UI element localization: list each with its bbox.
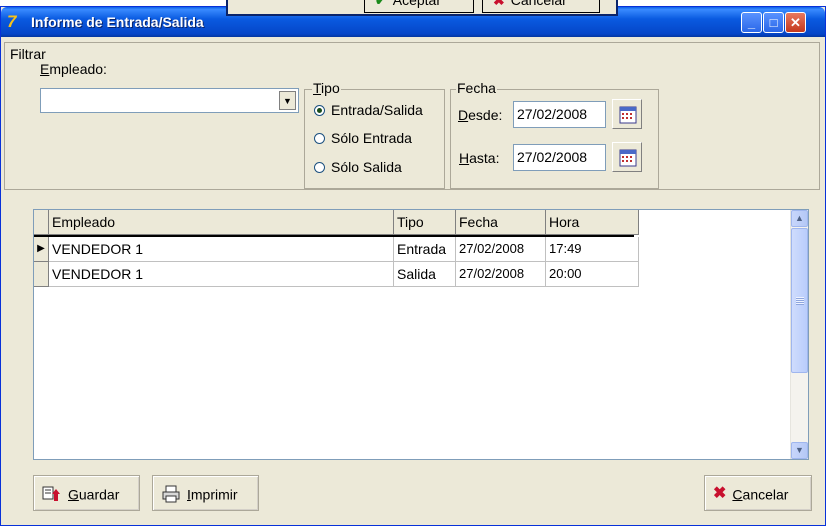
employee-combobox[interactable]: ▼	[40, 88, 299, 113]
chevron-down-icon: ▼	[283, 96, 292, 106]
radio-selected-icon	[314, 105, 325, 116]
save-export-icon	[42, 486, 60, 502]
cell-fecha[interactable]: 27/02/2008	[456, 237, 546, 262]
results-grid[interactable]: Empleado Tipo Fecha Hora ▶ VENDEDOR 1 En…	[33, 209, 809, 460]
current-row-arrow-icon: ▶	[37, 243, 45, 254]
maximize-icon: □	[769, 15, 778, 30]
radio-label: Sólo Salida	[331, 159, 402, 175]
column-header-empleado[interactable]: Empleado	[49, 210, 394, 235]
desde-date-input[interactable]: 27/02/2008	[513, 101, 606, 128]
scroll-down-button[interactable]: ▼	[791, 442, 808, 459]
vertical-scrollbar[interactable]: ▲ ▼	[790, 210, 808, 459]
radio-entrada-salida[interactable]: Entrada/Salida	[314, 102, 423, 118]
guardar-button[interactable]: Guardar	[33, 475, 140, 511]
radio-label: Sólo Entrada	[331, 130, 412, 146]
header-indicator-cell	[34, 210, 49, 235]
radio-unselected-icon	[314, 162, 325, 173]
overlay-cancel-button[interactable]: ✖ Cancelar	[482, 0, 600, 13]
desde-label: Desde:	[458, 107, 503, 123]
radio-solo-salida[interactable]: Sólo Salida	[314, 159, 402, 175]
employee-label-rest: mpleado:	[49, 61, 107, 77]
hasta-date-input[interactable]: 27/02/2008	[513, 144, 606, 171]
cell-hora[interactable]: 17:49	[546, 237, 639, 262]
radio-label: Entrada/Salida	[331, 102, 423, 118]
grip-icon	[796, 297, 804, 305]
close-button[interactable]: ✕	[785, 12, 806, 33]
chevron-down-icon: ▼	[795, 445, 804, 455]
accept-button[interactable]: ✔ Aceptar	[364, 0, 474, 13]
minimize-icon: _	[747, 15, 756, 30]
cell-hora[interactable]: 20:00	[546, 262, 639, 287]
column-header-tipo[interactable]: Tipo	[394, 210, 456, 235]
radio-solo-entrada[interactable]: Sólo Entrada	[314, 130, 412, 146]
cell-tipo[interactable]: Salida	[394, 262, 456, 287]
printer-icon	[162, 485, 180, 503]
dropdown-arrow-button[interactable]: ▼	[279, 91, 296, 110]
row-indicator-cell[interactable]	[34, 262, 49, 287]
cell-tipo[interactable]: Entrada	[394, 237, 456, 262]
tipo-legend: Tipo	[312, 80, 341, 96]
column-header-fecha[interactable]: Fecha	[456, 210, 546, 235]
hasta-calendar-button[interactable]	[612, 142, 642, 172]
calendar-icon	[619, 149, 637, 167]
filter-legend: Filtrar	[9, 46, 47, 62]
fecha-legend: Fecha	[456, 80, 497, 96]
hasta-label: Hasta:	[459, 150, 500, 166]
column-header-hora[interactable]: Hora	[546, 210, 639, 235]
accept-label: Aceptar	[392, 0, 441, 8]
scroll-thumb[interactable]	[791, 228, 808, 373]
cell-fecha[interactable]: 27/02/2008	[456, 262, 546, 287]
check-icon: ✔	[375, 0, 387, 8]
desde-calendar-button[interactable]	[612, 99, 642, 129]
row-indicator-cell[interactable]: ▶	[34, 237, 49, 262]
window-title: Informe de Entrada/Salida	[31, 14, 204, 30]
chevron-up-icon: ▲	[795, 213, 804, 223]
calendar-icon	[619, 106, 637, 124]
radio-unselected-icon	[314, 133, 325, 144]
maximize-button[interactable]: □	[763, 12, 784, 33]
cancelar-button[interactable]: ✖ Cancelar	[704, 475, 812, 511]
app-icon: 7	[7, 12, 17, 31]
cell-empleado[interactable]: VENDEDOR 1	[49, 237, 394, 262]
cell-empleado[interactable]: VENDEDOR 1	[49, 262, 394, 287]
x-icon: ✖	[493, 0, 505, 8]
employee-label: Empleado:	[40, 61, 107, 77]
scroll-up-button[interactable]: ▲	[791, 210, 808, 227]
imprimir-button[interactable]: Imprimir	[152, 475, 259, 511]
confirm-dialog-fragment: ✔ Aceptar ✖ Cancelar	[226, 0, 618, 16]
minimize-button[interactable]: _	[741, 12, 762, 33]
x-icon: ✖	[713, 485, 727, 503]
close-icon: ✕	[790, 15, 801, 30]
overlay-cancel-label: Cancelar	[510, 0, 567, 8]
